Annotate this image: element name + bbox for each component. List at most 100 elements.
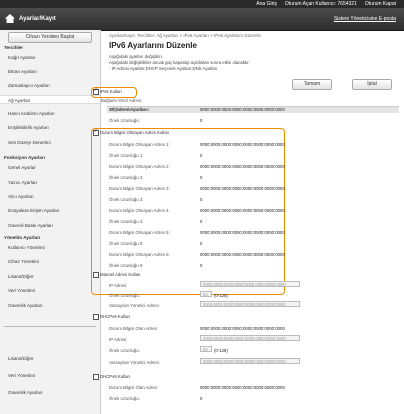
sidebar-item-license-2[interactable]: Lisans/Diğer	[0, 356, 100, 361]
dhcp-state-value: 0000:0000:0000:0000:0000:0000:0000:0000	[200, 326, 285, 331]
dhcp-prefix-input[interactable]: 64	[200, 346, 212, 352]
sidebar-item-license[interactable]: Lisans/Diğer	[0, 274, 100, 279]
sidebar-section-functions: Fonksiyon Ayarları	[4, 155, 46, 160]
stateless-row-label: Durum Bilgisi Olmayan Adres 5:	[109, 230, 170, 235]
header-title: Ayarlar/Kayıt	[19, 16, 56, 22]
stateless-row-value: 0	[200, 241, 203, 246]
stateless-row-value: 0000:0000:0000:0000:0000:0000:0000:0000	[200, 186, 285, 191]
stateless-checkbox[interactable]	[93, 128, 99, 136]
manual-prefix-label: Önek Uzunluğu:	[109, 293, 140, 298]
manual-address-label: Manüel Adresi Kullan	[100, 272, 141, 278]
sidebar-item-secure-print[interactable]: Güvenli Baskı Ayarları	[0, 223, 100, 228]
cancel-button[interactable]: İptal	[352, 79, 392, 90]
stateless-row-label: Durum Bilgisi Olmayan Adres 4:	[109, 208, 170, 213]
top-bar: Ana Giriş Oturum Açan Kullanıcı: 7654321…	[0, 0, 404, 8]
description-line-2: Aşağıdaki değişiklikler ancak güç kapatı…	[109, 60, 250, 65]
sidebar-item-receive[interactable]: Alıcı Ayarları	[0, 194, 100, 199]
sidebar-item-network[interactable]: Ağ Ayarları	[0, 95, 100, 104]
manual-prefix-input[interactable]: 64	[200, 291, 212, 297]
manual-address-checkbox[interactable]	[93, 271, 99, 278]
use-ipv6-label: IPv6 Kullan	[100, 89, 122, 95]
sidebar-item-file-access[interactable]: Dosyalara Erişim Ayarları	[0, 208, 100, 213]
stateless-row-label: Önek Uzunluğu 4:	[109, 219, 144, 224]
manual-ip-input[interactable]: 0000:0000:0000:0000:0000:0000:0000:0000	[200, 281, 300, 287]
stateless-row-label: Önek Uzunluğu 2:	[109, 175, 144, 180]
dhcp-ip-input[interactable]: 0000:0000:0000:0000:0000:0000:0000:0000	[200, 335, 300, 341]
dhcp2-state-label: Durum Bilgisi Olan Adres:	[109, 385, 158, 390]
restart-device-button[interactable]: Cihazı Yeniden Başlat	[8, 32, 92, 43]
stateless-row-value: 0000:0000:0000:0000:0000:0000:0000:0000	[200, 230, 285, 235]
stateless-row-label: Durum Bilgisi Olmayan Adres 2:	[109, 164, 170, 169]
ok-button[interactable]: Tamam	[292, 79, 332, 90]
stateless-row-value: 0	[200, 263, 203, 268]
link-local-prefix-value: 0	[200, 118, 203, 123]
login-user-label: Oturum Açan Kullanıcı: 7654321	[285, 1, 357, 7]
sidebar-item-device-management[interactable]: Cihaz Yönetimi	[0, 259, 100, 264]
link-local-heading: Bağlantı-Yerel Adresi:	[101, 98, 143, 103]
stateless-row-value: 0	[200, 197, 203, 202]
stateless-row-value: 0000:0000:0000:0000:0000:0000:0000:0000	[200, 208, 285, 213]
stateless-row-label: Durum Bilgisi Olmayan Adres 3:	[109, 186, 170, 191]
sidebar-item-external-interface[interactable]: Harici Arabirim Ayarları	[0, 111, 100, 116]
dhcp-ip-label: IP Adresi:	[109, 337, 128, 342]
dhcp-prefix-label: Önek Uzunluğu:	[109, 348, 140, 353]
link-local-address-value: 0000:0000:0000:0000:0000:0000:0000:0000	[200, 107, 285, 112]
sidebar-item-printer[interactable]: Yazıcı Ayarları	[0, 180, 100, 185]
stateless-row-label: Durum Bilgisi Olmayan Adres 1:	[109, 142, 170, 147]
dhcp-router-input[interactable]: 0000:0000:0000:0000:0000:0000:0000:0000	[200, 358, 300, 364]
description-line-1: Aşağıdaki ayarları değiştirin.	[109, 54, 163, 59]
user-label: Oturum Açan Kullanıcı:	[284, 1, 336, 7]
dhcpv6-label: DHCPv6 Kullan	[100, 314, 130, 320]
breadcrumb: Ayarlar/Kayıt: Tercihler: Ağ Ayarları > …	[109, 33, 261, 38]
manual-router-input[interactable]: 0000:0000:0000:0000:0000:0000:0000:0000	[200, 301, 300, 307]
stateless-row-value: 0	[200, 175, 203, 180]
sidebar-item-paper[interactable]: Kağıt Ayarları	[0, 55, 100, 60]
dhcp-prefix-range: (0-128)	[214, 348, 228, 353]
stateless-row-label: Durum Bilgisi Olmayan Adres 6:	[109, 252, 170, 257]
dhcpv6-label-2: DHCPv6 Kullan	[100, 374, 130, 380]
dhcpv6-checkbox-2[interactable]	[93, 373, 99, 380]
dhcpv6-checkbox[interactable]	[93, 313, 99, 320]
link-local-address-label: Bağlantı-Yerel Adresi:	[109, 107, 151, 112]
main-content: Ayarlar/Kayıt: Tercihler: Ağ Ayarları > …	[91, 30, 404, 414]
page-title: IPv6 Ayarlarını Düzenle	[109, 41, 197, 50]
manual-address-option[interactable]: Manüel Adresi Kullan	[93, 271, 141, 278]
dhcp-router-label: Varsayılan Yönetici Adresi:	[109, 360, 160, 365]
stateless-option[interactable]: Durum Bilgisi Olmayan Adres Kullan	[93, 128, 170, 136]
stateless-row-label: Önek Uzunluğu 6:	[109, 263, 144, 268]
sidebar-item-general[interactable]: Genel Ayarlar	[0, 165, 100, 170]
stateless-row-value: 0000:0000:0000:0000:0000:0000:0000:0000	[200, 252, 285, 257]
dhcp-state-label: Durum Bilgisi Olan Adres:	[109, 326, 158, 331]
email-admin-link[interactable]: Sistem Yöneticisine E-posta	[334, 16, 396, 22]
manual-router-label: Varsayılan Yönetici Adresi:	[109, 303, 160, 308]
header: Ayarlar/Kayıt Sistem Yöneticisine E-post…	[0, 8, 404, 31]
stateless-row-value: 0	[200, 153, 203, 158]
sidebar-item-accessibility[interactable]: Erişilebilirlik Ayarları	[0, 125, 100, 130]
use-ipv6-checkbox[interactable]	[93, 87, 99, 95]
use-ipv6-option[interactable]: IPv6 Kullan	[93, 87, 122, 95]
sidebar-item-data-management-2[interactable]: Veri Yönetimi	[0, 373, 100, 378]
sidebar-section-preferences: Tercihler	[4, 45, 24, 50]
dhcpv6-option[interactable]: DHCPv6 Kullan	[93, 313, 130, 320]
sidebar-item-data-management[interactable]: Veri Yönetimi	[0, 288, 100, 293]
stateless-label: Durum Bilgisi Olmayan Adres Kullan	[100, 130, 170, 136]
stateless-row-label: Önek Uzunluğu 3:	[109, 197, 144, 202]
sidebar-item-timer[interactable]: Zamanlayıcı Ayarları	[0, 83, 100, 88]
dhcp2-prefix-label: Önek Uzunluğu:	[109, 396, 140, 401]
home-link[interactable]: Ana Giriş	[256, 1, 277, 7]
sidebar-item-security-2[interactable]: Güvenlik Ayarları	[0, 390, 100, 395]
sidebar-item-user-management[interactable]: Kullanıcı Yönetimi	[0, 245, 100, 250]
stateless-row-value: 0000:0000:0000:0000:0000:0000:0000:0000	[200, 142, 285, 147]
logout-link[interactable]: Oturum Kapat	[365, 1, 396, 7]
sidebar-item-security[interactable]: Güvenlik Ayarları	[0, 303, 100, 308]
stateless-row-value: 0000:0000:0000:0000:0000:0000:0000:0000	[200, 164, 285, 169]
home-icon[interactable]	[5, 14, 15, 23]
manual-prefix-range: (0-128)	[214, 293, 228, 298]
dhcpv6-option-2[interactable]: DHCPv6 Kullan	[93, 373, 130, 380]
dhcp2-state-value: 0000:0000:0000:0000:0000:0000:0000:0000	[200, 385, 285, 390]
description-line-3: - IP Adresi Ayarları:DHCP Seçenek Ayarla…	[109, 66, 218, 71]
sidebar-item-volume[interactable]: Ses Düzeyi Denetimi	[0, 140, 100, 145]
sidebar-item-display[interactable]: Ekran Ayarları	[0, 69, 100, 74]
sidebar: Cihazı Yeniden Başlat Tercihler Kağıt Ay…	[0, 30, 101, 414]
link-local-prefix-label: Önek Uzunluğu:	[109, 118, 140, 123]
